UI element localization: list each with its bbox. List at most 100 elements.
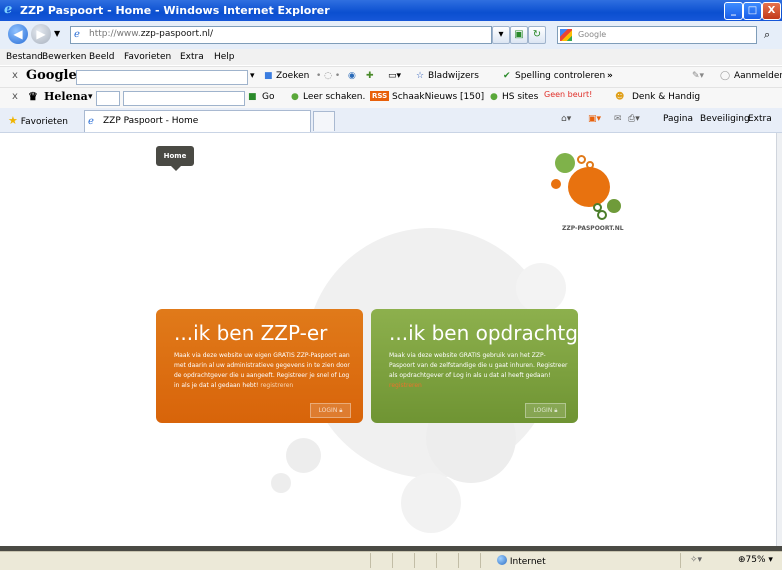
spellcheck-button[interactable]: Spelling controleren (515, 71, 605, 81)
menu-bestand[interactable]: Bestand (6, 52, 43, 62)
page-icon: ℯ (74, 29, 80, 40)
brand-dropdown-icon[interactable]: ▾ (88, 92, 93, 102)
toolbar-globe-icon[interactable]: ◉ (348, 71, 356, 81)
home-nav-button[interactable]: Home (156, 146, 194, 171)
history-dropdown-icon[interactable]: ▼ (54, 29, 60, 38)
url-host: zzp-paspoort.nl/ (140, 29, 214, 39)
logo-dot (551, 179, 561, 189)
hs-sites-link[interactable]: HS sites (502, 92, 538, 102)
login-button[interactable]: LOGIN 🔒︎ (310, 403, 351, 418)
go-icon: ■ (248, 92, 257, 102)
register-link[interactable]: registreren (389, 382, 422, 389)
minimize-button[interactable]: _ (724, 2, 743, 20)
url-dropdown-icon[interactable]: ▾ (492, 26, 510, 44)
logo-ring (577, 155, 586, 164)
back-button[interactable]: ◀ (8, 24, 28, 44)
card-title: ...ik ben ZZP-er (174, 321, 328, 345)
status-divider (458, 553, 459, 568)
close-button[interactable]: X (762, 2, 781, 20)
menu-help[interactable]: Help (214, 52, 235, 62)
toolbar-page-icon[interactable]: ▭▾ (388, 71, 401, 81)
menu-favorieten[interactable]: Favorieten (124, 52, 171, 62)
menu-extra[interactable]: Extra (180, 52, 204, 62)
mail-icon[interactable]: ✉ (614, 114, 622, 124)
google-dropdown-icon[interactable]: ▾ (250, 71, 255, 81)
bg-circle (271, 473, 291, 493)
maximize-button[interactable]: □ (743, 2, 762, 20)
brand-select[interactable] (96, 91, 120, 106)
menu-beeld[interactable]: Beeld (89, 52, 114, 62)
lock-icon: 🔒︎ (339, 407, 343, 414)
security-menu[interactable]: Beveiliging (700, 114, 750, 124)
globe-icon (497, 555, 507, 565)
extra-menu[interactable]: Extra (748, 114, 772, 124)
custom-search-input[interactable] (123, 91, 245, 106)
window-title: ZZP Paspoort - Home - Windows Internet E… (20, 4, 330, 17)
search-input[interactable]: Google (557, 26, 757, 44)
star-icon: ☆ (416, 71, 425, 81)
more-button[interactable]: » (607, 71, 613, 81)
logo-ring (597, 210, 607, 220)
tab-bar: ★ Favorieten ℯ ZZP Paspoort - Home ⌂▾ ▣▾… (0, 108, 782, 133)
smiley-icon: ☻ (615, 92, 625, 102)
zone-label: Internet (509, 557, 546, 567)
crown-icon: ♛ (28, 90, 38, 103)
favorites-button[interactable]: ★ Favorieten (8, 114, 68, 127)
tab-label: ZZP Paspoort - Home (103, 116, 199, 126)
page-menu[interactable]: Pagina (663, 114, 693, 124)
logo-dot (555, 153, 575, 173)
helena-brand[interactable]: Helena (44, 90, 88, 103)
bg-circle (516, 263, 566, 313)
lock-icon: 🔒︎ (554, 407, 558, 414)
close-toolbar2-icon[interactable]: x (12, 91, 18, 102)
feeds-icon[interactable]: ▣▾ (588, 114, 601, 124)
google-search-input[interactable] (76, 70, 248, 85)
home-icon[interactable]: ⌂▾ (561, 114, 571, 124)
status-divider (436, 553, 437, 568)
bookmarks-button[interactable]: Bladwijzers (428, 71, 479, 81)
signin-button[interactable]: Aanmelden (734, 71, 782, 81)
login-label: LOGIN (533, 407, 553, 414)
close-toolbar-icon[interactable]: x (12, 70, 18, 81)
go-button[interactable]: Go (262, 92, 274, 102)
google-search-button[interactable]: Zoeken (276, 71, 309, 81)
card-title: ...ik ben opdrachtgever (389, 321, 623, 345)
vertical-scrollbar[interactable] (776, 133, 782, 546)
google-brand: Google (26, 68, 77, 83)
tab-page-icon: ℯ (88, 116, 94, 127)
address-input[interactable]: ℯ http://www.zzp-paspoort.nl/ (70, 26, 492, 44)
login-button[interactable]: LOGIN 🔒︎ (525, 403, 566, 418)
news-link[interactable]: SchaakNieuws [150] (392, 92, 484, 102)
menu-bewerken[interactable]: Bewerken (42, 52, 86, 62)
search-icon[interactable]: ⌕ (764, 28, 770, 42)
logo-text: ZZP-PASPOORT.NL (562, 225, 624, 232)
tab-active[interactable]: ℯ ZZP Paspoort - Home (84, 110, 311, 132)
card-opdrachtgever[interactable]: ...ik ben opdrachtgever Maak via deze we… (371, 309, 623, 423)
forward-button[interactable]: ▶ (31, 24, 51, 44)
register-link[interactable]: registreren (260, 382, 293, 389)
zoom-control[interactable]: ⊕75% ▾ (738, 555, 773, 565)
card-zzp-er[interactable]: ...ik ben ZZP-er Maak via deze website u… (156, 309, 363, 423)
print-icon[interactable]: ⎙▾ (628, 114, 640, 124)
card-body: Maak via deze website GRATIS gebruik van… (389, 351, 569, 391)
google-g-icon: ■ (264, 71, 273, 81)
page-content: Home ZZP-PASPOORT.NL ...ik ben ZZP-er Ma… (6, 133, 776, 546)
turn-status[interactable]: Geen beurt! (544, 90, 592, 99)
chess-link[interactable]: Leer schaken. (303, 92, 365, 102)
security-zone[interactable]: Internet (497, 555, 546, 567)
compat-view-icon[interactable]: ▣ (510, 26, 528, 44)
new-tab-button[interactable] (313, 111, 335, 131)
window-titlebar: ℯ ZZP Paspoort - Home - Windows Internet… (0, 0, 782, 21)
rss-icon: RSS (370, 91, 390, 101)
logo-dot (607, 199, 621, 213)
hs-icon: ● (490, 92, 498, 102)
toolbar-tools-icon[interactable]: • ◌ • (316, 71, 340, 81)
toolbar-plus-icon[interactable]: ✚ (366, 71, 374, 81)
refresh-icon[interactable]: ↻ (528, 26, 546, 44)
chess-icon: ● (291, 92, 299, 102)
handig-link[interactable]: Denk & Handig (632, 92, 700, 102)
settings-icon[interactable]: ✎▾ (692, 71, 704, 81)
favorites-star-icon: ★ (8, 114, 18, 127)
protected-mode-icon[interactable]: ✧▾ (690, 555, 702, 565)
address-toolbar: ◀ ▶ ▼ ℯ http://www.zzp-paspoort.nl/ ▾ ▣ … (0, 21, 782, 50)
